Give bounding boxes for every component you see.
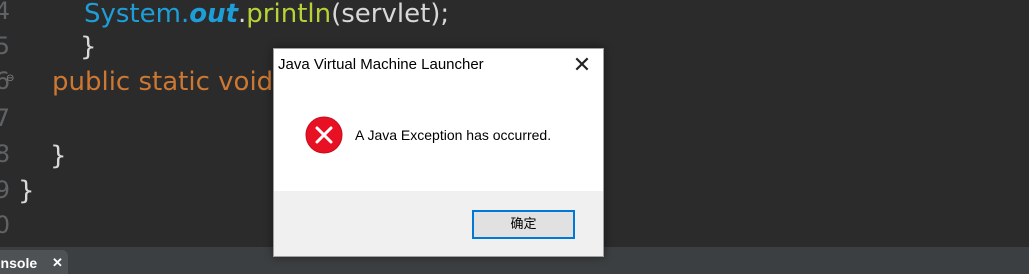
line-number-gutter: 4 5 6 7 8 9 0 ⊖	[0, 0, 18, 246]
code-line-method-signature: public static void	[52, 67, 274, 97]
ok-button[interactable]: 确定	[472, 210, 575, 239]
dialog-footer: 确定	[274, 191, 603, 256]
line-number: 0	[0, 211, 10, 239]
close-icon[interactable]: ✕	[52, 250, 63, 274]
close-icon[interactable]: ✕	[565, 50, 599, 80]
args-token: (servlet);	[331, 0, 450, 29]
code-line-class-close-brace: }	[18, 176, 35, 206]
code-line-close-brace: }	[50, 141, 67, 171]
method-token: println	[246, 0, 332, 29]
line-number: 8	[0, 140, 10, 168]
field-token: out	[189, 0, 239, 29]
fold-toggle-icon[interactable]: ⊖	[6, 73, 14, 84]
class-token: System.	[84, 0, 190, 29]
console-tab-label: onsole	[0, 255, 38, 271]
error-dialog: Java Virtual Machine Launcher ✕ A Java E…	[273, 48, 604, 257]
error-icon	[305, 116, 343, 154]
line-number: 7	[0, 104, 10, 132]
line-number: 5	[0, 32, 10, 60]
code-line-close-brace: }	[80, 32, 97, 62]
code-line-println: System.out.println(servlet);	[84, 0, 449, 30]
dialog-message: A Java Exception has occurred.	[355, 127, 552, 143]
line-number: 9	[0, 176, 10, 204]
tab-console[interactable]: onsole ✕	[0, 250, 68, 274]
ok-button-label: 确定	[510, 217, 537, 232]
dialog-title: Java Virtual Machine Launcher	[278, 56, 484, 73]
line-number: 4	[0, 0, 10, 25]
